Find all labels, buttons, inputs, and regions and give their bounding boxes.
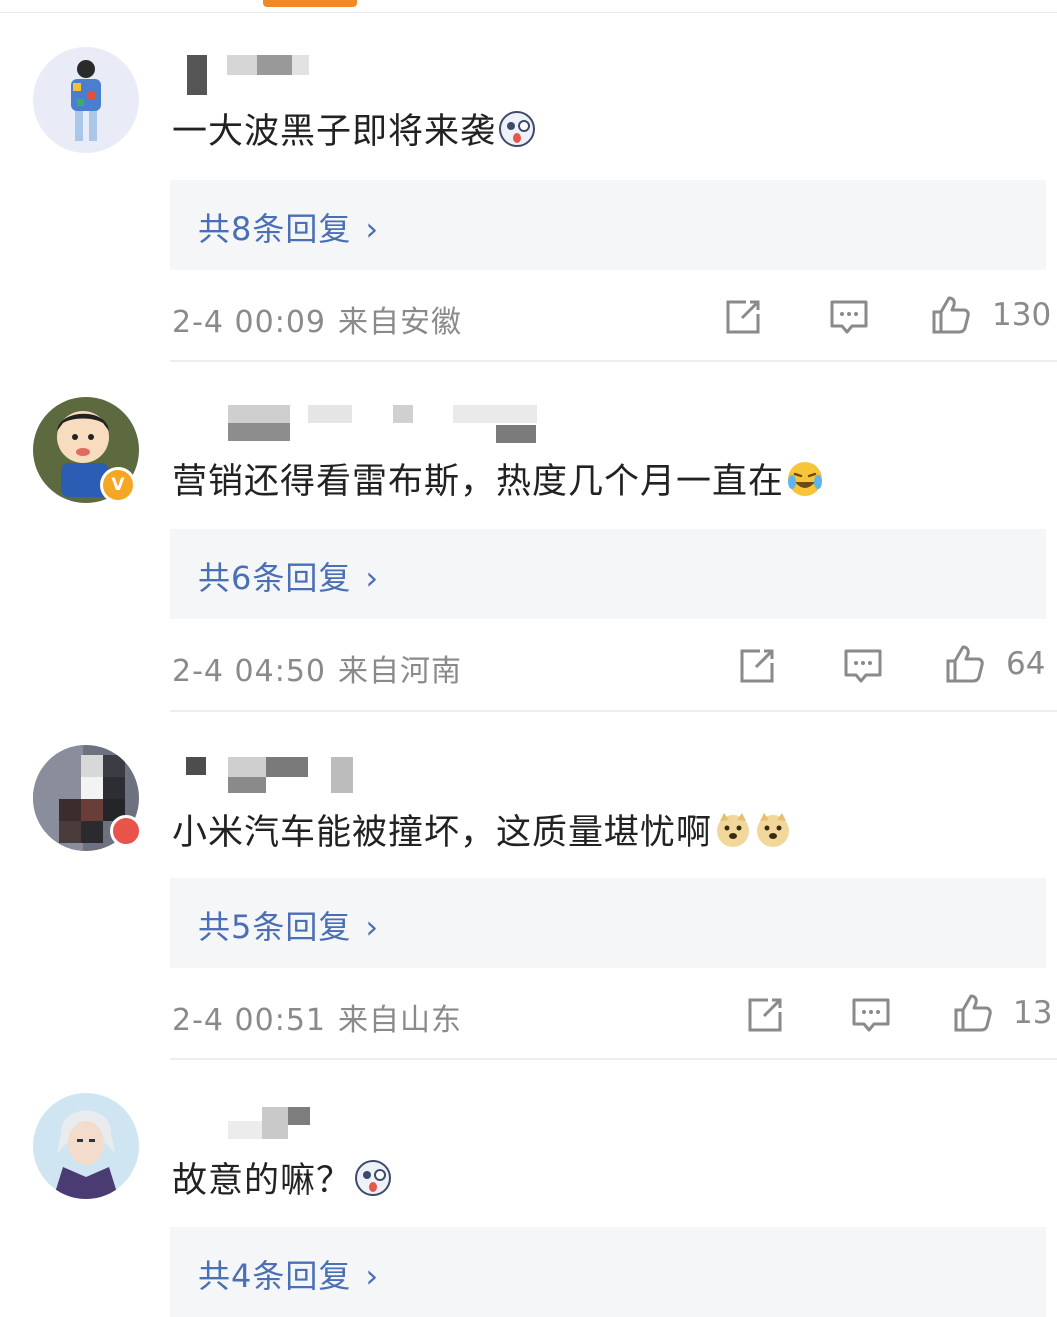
comment-text: 故意的嘛？ [172,1152,392,1203]
comment-text: 营销还得看雷布斯，热度几个月一直在 [172,453,824,504]
laugh-cry-emoji [786,460,824,498]
comment-meta: 2-4 00:09 来自安徽 [172,297,462,341]
top-divider [0,12,1057,13]
like-count: 13 [1013,995,1053,1031]
timestamp: 2-4 00:51 [172,1003,326,1038]
view-replies-link[interactable]: 共6条回复 › [198,553,379,599]
timestamp: 2-4 04:50 [172,654,326,689]
comment-divider [170,360,1057,362]
timestamp: 2-4 00:09 [172,305,326,340]
active-tab-indicator [263,0,357,7]
chevron-right-icon: › [365,1257,380,1295]
comment-text: 一大波黑子即将来袭 [172,103,536,154]
comment-meta: 2-4 04:50 来自河南 [172,646,462,690]
chevron-right-icon: › [365,559,380,597]
share-icon[interactable] [744,994,786,1036]
view-replies-link[interactable]: 共8条回复 › [198,204,379,250]
location: 来自河南 [338,654,462,689]
doge-emoji [754,811,792,849]
view-replies-link[interactable]: 共5条回复 › [198,902,379,948]
comment-icon[interactable] [828,296,870,338]
chevron-right-icon: › [365,908,380,946]
chevron-right-icon: › [365,210,380,248]
thumbs-up-icon[interactable] [952,992,994,1034]
location: 来自山东 [338,1003,462,1038]
reply-summary[interactable]: 共6条回复 › [170,529,1046,619]
comment-meta: 2-4 00:51 来自山东 [172,995,462,1039]
comment-icon[interactable] [842,645,884,687]
like-count: 64 [1006,646,1046,682]
avatar[interactable] [33,47,139,153]
thumbs-up-icon[interactable] [930,294,972,336]
shock-dog-emoji [498,110,536,148]
comment-divider [170,710,1057,712]
like-count: 130 [992,297,1052,333]
reply-summary[interactable]: 共4条回复 › [170,1227,1046,1317]
user-badge [110,815,142,847]
share-icon[interactable] [736,645,778,687]
comment-text: 小米汽车能被撞坏，这质量堪忧啊 [172,804,792,855]
doge-emoji [714,811,752,849]
avatar[interactable] [33,1093,139,1199]
reply-summary[interactable]: 共8条回复 › [170,180,1046,270]
location: 来自安徽 [338,305,462,340]
shock-dog-emoji [354,1159,392,1197]
thumbs-up-icon[interactable] [944,643,986,685]
share-icon[interactable] [722,296,764,338]
view-replies-link[interactable]: 共4条回复 › [198,1251,379,1297]
verified-badge: V [100,467,136,503]
comment-icon[interactable] [850,994,892,1036]
comment-divider [170,1058,1057,1060]
reply-summary[interactable]: 共5条回复 › [170,878,1046,968]
